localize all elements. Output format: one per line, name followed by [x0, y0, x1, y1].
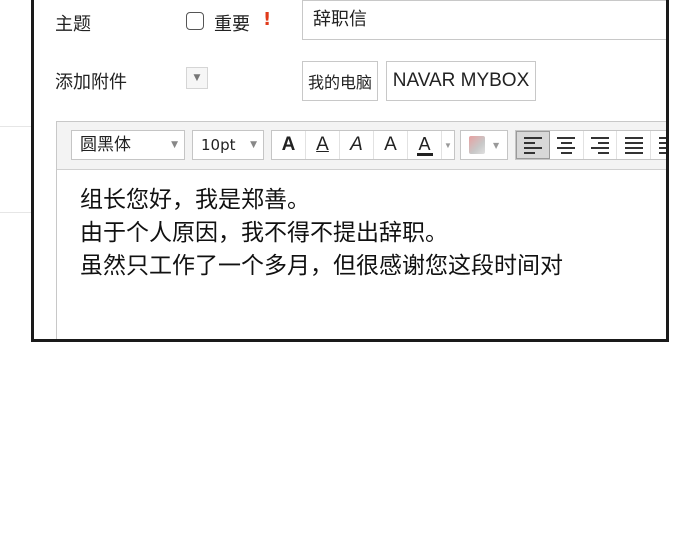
important-label: 重要	[214, 14, 250, 35]
background-divider	[0, 126, 31, 127]
chevron-down-icon: ▼	[493, 140, 500, 150]
important-exclamation-icon: !	[263, 9, 272, 30]
align-center-button[interactable]	[550, 131, 584, 159]
body-line: 由于个人原因，我不得不提出辞职。	[80, 220, 448, 246]
align-right-button[interactable]	[584, 131, 618, 159]
text-color-button[interactable]: A	[408, 131, 442, 159]
font-size-value: 10pt	[201, 136, 236, 154]
font-family-value: 圆黑体	[80, 135, 131, 155]
editor-body[interactable]: 组长您好，我是郑善。 由于个人原因，我不得不提出辞职。 虽然只工作了一个多月，但…	[80, 184, 666, 283]
chevron-down-icon: ▼	[171, 140, 178, 150]
underline-button[interactable]: A	[306, 131, 340, 159]
alignment-group	[515, 130, 666, 160]
attachment-label: 添加附件	[55, 72, 127, 93]
bold-button[interactable]: A	[272, 131, 306, 159]
text-color-icon: A	[418, 134, 431, 154]
highlight-icon	[469, 136, 485, 154]
important-checkbox[interactable]	[186, 12, 204, 30]
font-size-select[interactable]: 10pt ▼	[192, 130, 264, 160]
body-line: 组长您好，我是郑善。	[80, 187, 310, 213]
background-color-button[interactable]: ▼	[460, 130, 508, 160]
subject-label: 主题	[55, 14, 91, 35]
align-left-button[interactable]	[516, 131, 550, 159]
mail-compose-window: 主题 重要 ! 辞职信 添加附件 ▼ 我的电脑 NAVAR MYBOX 圆黑体 …	[31, 0, 669, 342]
attachment-dropdown-icon[interactable]: ▼	[186, 67, 208, 89]
chevron-down-icon: ▼	[250, 140, 257, 150]
align-justify-button[interactable]	[617, 131, 652, 159]
text-style-group: A A A A A ▼	[271, 130, 455, 160]
body-line: 虽然只工作了一个多月，但很感谢您这段时间对	[80, 253, 563, 279]
my-pc-button[interactable]: 我的电脑	[302, 61, 378, 101]
mybox-button[interactable]: NAVAR MYBOX	[386, 61, 536, 101]
text-color-dropdown-icon[interactable]: ▼	[442, 131, 454, 159]
indent-button[interactable]	[651, 131, 666, 159]
editor-toolbar: 圆黑体 ▼ 10pt ▼ A A A A A ▼ ▼	[57, 122, 666, 170]
background-divider	[0, 212, 31, 213]
text-color-swatch	[416, 153, 433, 156]
strikethrough-button[interactable]: A	[374, 131, 408, 159]
subject-input[interactable]: 辞职信	[302, 0, 666, 40]
font-family-select[interactable]: 圆黑体 ▼	[71, 130, 185, 160]
italic-button[interactable]: A	[340, 131, 374, 159]
rich-text-editor: 圆黑体 ▼ 10pt ▼ A A A A A ▼ ▼ 组长您好，我是郑善。 由于…	[56, 121, 666, 339]
